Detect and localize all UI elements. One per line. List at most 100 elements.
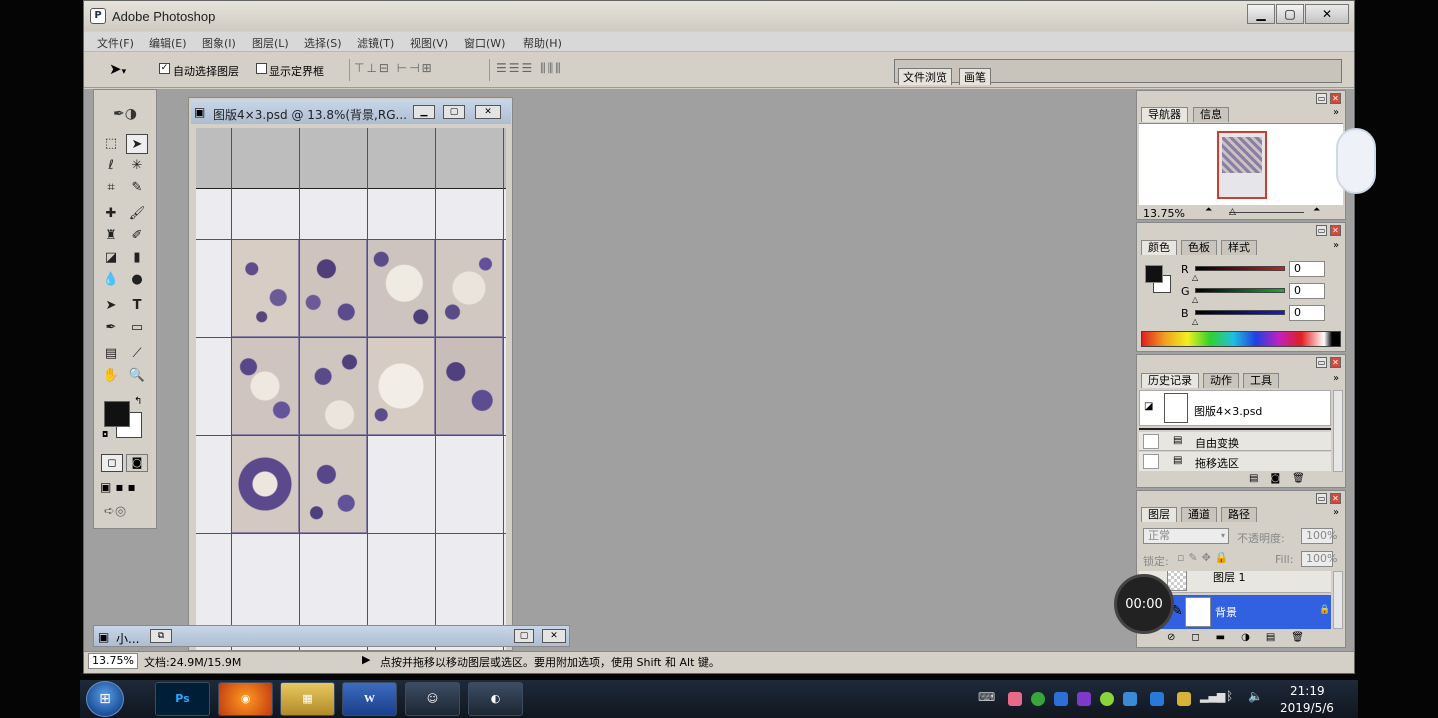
blur-tool-icon[interactable]: 💧 — [100, 270, 122, 290]
tray-chrome-icon[interactable] — [1031, 692, 1045, 706]
shape-tool-icon[interactable]: ▭ — [126, 318, 148, 338]
lasso-tool-icon[interactable]: ℓ — [100, 156, 122, 176]
fill-input[interactable]: 100% — [1301, 551, 1337, 567]
marquee-tool-icon[interactable]: ⬚ — [100, 134, 122, 154]
eyedropper-tool-icon[interactable]: ⟋ — [126, 344, 148, 364]
slider-handle-icon[interactable]: △ — [1192, 295, 1198, 304]
distribute-buttons-icon[interactable]: ☰☰☰ ⫼⫼⫼ — [496, 61, 563, 76]
menu-layer[interactable]: 图层(L) — [252, 35, 289, 51]
color-foreground-swatch[interactable] — [1145, 265, 1163, 283]
panel-minimize-button[interactable]: ▭ — [1316, 225, 1327, 236]
tray-keyboard-icon[interactable]: ⌨ — [978, 690, 995, 704]
close-button[interactable]: ✕ — [542, 629, 566, 643]
clone-stamp-tool-icon[interactable]: ♜ — [100, 226, 122, 246]
taskbar-explorer[interactable]: ▦ — [280, 682, 335, 716]
taskbar-screen-recorder[interactable]: ◐ — [468, 682, 523, 716]
notes-tool-icon[interactable]: ▤ — [100, 344, 122, 364]
menu-window[interactable]: 窗口(W) — [464, 35, 505, 51]
horizontal-guide[interactable] — [196, 239, 506, 240]
color-ramp[interactable] — [1141, 331, 1341, 347]
panel-menu-icon[interactable]: » — [1333, 240, 1339, 251]
lock-icons[interactable]: ▫✎✥🔒 — [1177, 551, 1233, 564]
zoom-slider-handle[interactable]: △ — [1229, 207, 1236, 217]
tray-volume-icon[interactable]: 🔈 — [1248, 689, 1263, 703]
maximize-button[interactable]: ▢ — [514, 629, 534, 643]
panel-close-button[interactable]: ✕ — [1330, 357, 1341, 368]
auto-select-layer-checkbox[interactable]: ✓ — [159, 63, 170, 74]
screen-mode-icons[interactable]: ▣▪▪ — [100, 480, 140, 494]
floating-widget[interactable] — [1336, 128, 1376, 194]
layers-scrollbar[interactable] — [1333, 571, 1343, 629]
tray-shield-icon[interactable] — [1123, 692, 1137, 706]
layers-footer-icons[interactable]: ⊘◻▬◑▤🗑 — [1167, 632, 1320, 643]
tab-styles[interactable]: 样式 — [1221, 240, 1257, 255]
show-bounding-box-checkbox[interactable] — [256, 63, 267, 74]
minimized-document-window[interactable]: ▣ 小... ⧉ ▢ ✕ — [93, 625, 570, 647]
panel-minimize-button[interactable]: ▭ — [1316, 357, 1327, 368]
panel-minimize-button[interactable]: ▭ — [1316, 493, 1327, 504]
zoom-out-icon[interactable]: ⏶ — [1205, 205, 1212, 215]
jump-to-imageready-icon[interactable]: ➪◎ — [104, 504, 126, 519]
history-source-box[interactable] — [1143, 434, 1159, 449]
tab-paths[interactable]: 路径 — [1221, 507, 1257, 522]
horizontal-guide[interactable] — [196, 533, 506, 534]
clock-time[interactable]: 21:19 — [1290, 684, 1325, 698]
tray-user-icon[interactable] — [1177, 692, 1191, 706]
tab-color[interactable]: 颜色 — [1141, 240, 1177, 255]
hand-tool-icon[interactable]: ✋ — [100, 366, 122, 386]
history-scrollbar[interactable] — [1333, 390, 1343, 472]
taskbar-photoshop[interactable]: Ps — [155, 682, 210, 716]
history-footer-icons[interactable]: ▤◙🗑 — [1249, 473, 1317, 484]
history-brush-tool-icon[interactable]: ✐ — [126, 226, 148, 246]
foreground-color-swatch[interactable] — [104, 401, 130, 427]
tab-history[interactable]: 历史记录 — [1141, 373, 1199, 388]
navigator-zoom-slider[interactable] — [1229, 212, 1304, 213]
channel-b-slider[interactable] — [1195, 310, 1285, 315]
opacity-input[interactable]: 100% — [1301, 528, 1337, 544]
horizontal-guide[interactable] — [196, 435, 506, 436]
menu-help[interactable]: 帮助(H) — [523, 35, 562, 51]
doc-minimize-button[interactable]: ▁ — [413, 105, 435, 119]
clock-date[interactable]: 2019/5/6 — [1280, 701, 1334, 715]
status-menu-arrow-icon[interactable]: ▶ — [362, 653, 370, 666]
magic-wand-tool-icon[interactable]: ✳ — [126, 156, 148, 176]
tab-tool-presets[interactable]: 工具 — [1243, 373, 1279, 388]
menu-view[interactable]: 视图(V) — [410, 35, 448, 51]
tray-flower-icon[interactable] — [1008, 692, 1022, 706]
horizontal-guide[interactable] — [196, 337, 506, 338]
history-brush-source-icon[interactable]: ◪ — [1144, 401, 1153, 412]
history-item[interactable]: ▤ 自由变换 — [1139, 432, 1331, 451]
tab-layers[interactable]: 图层 — [1141, 507, 1177, 522]
taskbar-qq[interactable]: ☺ — [405, 682, 460, 716]
vertical-guide[interactable] — [367, 128, 368, 650]
vertical-guide[interactable] — [231, 128, 232, 650]
tray-security-icon[interactable] — [1150, 692, 1164, 706]
menu-filter[interactable]: 滤镜(T) — [357, 35, 394, 51]
channel-r-input[interactable]: 0 — [1289, 261, 1325, 277]
maximize-button[interactable]: ▢ — [1276, 4, 1304, 24]
recording-timer[interactable]: 00:00 — [1114, 574, 1174, 634]
panel-menu-icon[interactable]: » — [1333, 107, 1339, 118]
brush-tool-icon[interactable]: 🖌 — [126, 204, 148, 224]
tab-navigator[interactable]: 导航器 — [1141, 107, 1188, 122]
minimize-button[interactable]: ▁ — [1247, 4, 1275, 24]
move-tool-preset-icon[interactable]: ➤▾ — [109, 60, 126, 78]
taskbar-firefox[interactable]: ◉ — [218, 682, 273, 716]
tray-bulb-icon[interactable] — [1100, 692, 1114, 706]
slice-tool-icon[interactable]: ✎ — [126, 178, 148, 198]
tray-bluetooth-icon[interactable]: ᛒ — [1226, 689, 1233, 703]
tray-cube-icon[interactable] — [1054, 692, 1068, 706]
move-tool-icon[interactable]: ➤ — [126, 134, 148, 154]
pen-tool-icon[interactable]: ✒ — [100, 318, 122, 338]
eraser-tool-icon[interactable]: ◪ — [100, 248, 122, 268]
panel-minimize-button[interactable]: ▭ — [1316, 93, 1327, 104]
crop-tool-icon[interactable]: ⌗ — [100, 178, 122, 198]
quick-mask-mode-icon[interactable]: ◙ — [126, 454, 148, 472]
navigator-view-box[interactable] — [1217, 131, 1267, 199]
status-zoom[interactable]: 13.75% — [88, 653, 138, 669]
panel-close-button[interactable]: ✕ — [1330, 225, 1341, 236]
dodge-tool-icon[interactable]: ● — [126, 270, 148, 290]
document-title-bar[interactable]: ▣ 图版4×3.psd @ 13.8%(背景,RG... ▁ ▢ ✕ — [191, 100, 511, 124]
tab-actions[interactable]: 动作 — [1203, 373, 1239, 388]
default-colors-icon[interactable]: ◘ — [102, 430, 108, 439]
